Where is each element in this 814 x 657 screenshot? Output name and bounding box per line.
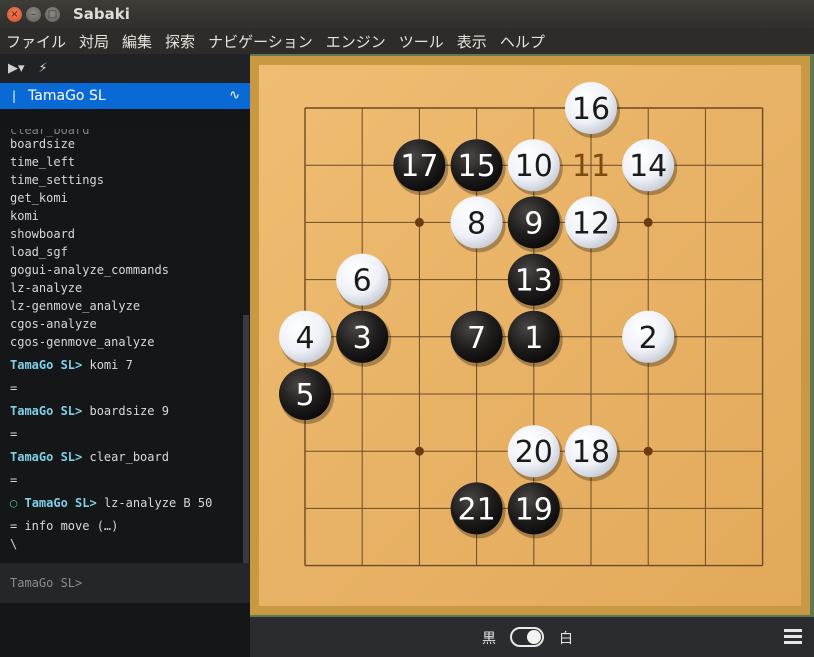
menu-bar: ファイル 対局 編集 探索 ナビゲーション エンジン ツール 表示 ヘルプ [0, 28, 814, 54]
console-line: lz-analyze [10, 281, 83, 295]
console-line: \ [10, 537, 18, 551]
console-scrollbar[interactable] [242, 129, 250, 563]
console-line: komi [10, 209, 39, 223]
menu-game[interactable]: 対局 [79, 31, 109, 52]
console-line: time_left [10, 155, 76, 169]
go-board[interactable]: 1 2345678 910 1112131415161718192021 [250, 54, 814, 617]
console-line: load_sgf [10, 245, 68, 259]
move-number: 7 [467, 321, 486, 356]
console-response: = info move (…) [10, 519, 119, 533]
console-prompt: TamaGo SL> [10, 450, 83, 464]
menu-file[interactable]: ファイル [6, 31, 66, 52]
menu-help[interactable]: ヘルプ [500, 31, 545, 52]
console-line: get_komi [10, 191, 68, 205]
star-point [643, 446, 653, 456]
console-line: showboard [10, 227, 76, 241]
star-point [643, 217, 653, 227]
hamburger-menu-icon[interactable] [784, 629, 802, 647]
console-response: = [10, 427, 18, 441]
console-response: = [10, 381, 18, 395]
console-response: = [10, 473, 18, 487]
move-number: 5 [295, 378, 314, 413]
activity-icon: ∿ [229, 88, 240, 103]
engine-list-item[interactable]: | TamaGo SL ∿ [0, 83, 250, 109]
player-bar: 黒 白 [250, 617, 814, 657]
title-bar: × – □ Sabaki [0, 0, 814, 28]
board-area: 1 2 3 4 5 6 7 8 9 10 11 12 13 14 15 16 17 18 19 20 21 [250, 54, 814, 617]
black-player-label: 黒 [482, 631, 496, 647]
menu-edit[interactable]: 編集 [122, 31, 152, 52]
menu-tools[interactable]: ツール [399, 31, 444, 52]
move-number: 2 [639, 321, 658, 356]
move-number: 11 [572, 149, 610, 184]
move-number: 18 [572, 435, 610, 470]
move-number: 6 [353, 264, 372, 299]
console-line: cgos-analyze [10, 317, 97, 331]
move-number: 4 [295, 321, 314, 356]
console-prompt: TamaGo SL> [10, 358, 83, 372]
move-number: 9 [524, 206, 543, 241]
console-command: clear_board [89, 450, 169, 464]
console-command: lz-analyze B 50 [103, 496, 213, 510]
console-line: clear_board [10, 129, 90, 137]
busy-circle-icon: ◯ [10, 496, 18, 510]
move-number: 21 [458, 492, 496, 527]
engine-toolbar: ▶▾ ⚡ [0, 54, 250, 83]
menu-view[interactable]: 表示 [457, 31, 487, 52]
move-number: 10 [515, 149, 553, 184]
maximize-icon[interactable]: □ [45, 7, 60, 22]
scrollbar-thumb[interactable] [243, 315, 249, 563]
star-point [414, 217, 424, 227]
console-command-line: TamaGo SL> clear_board [10, 450, 169, 464]
move-number: 13 [515, 264, 553, 299]
move-number: 16 [572, 92, 610, 127]
move-number: 12 [572, 206, 610, 241]
toggle-knob [527, 630, 541, 644]
player-toggle[interactable] [510, 627, 544, 647]
move-label[interactable]: 11 [572, 149, 610, 184]
move-number: 14 [629, 149, 667, 184]
console-command: boardsize 9 [89, 404, 169, 418]
menu-find[interactable]: 探索 [165, 31, 195, 52]
console-input[interactable]: TamaGo SL> [0, 563, 250, 603]
lightning-icon[interactable]: ⚡ [39, 61, 48, 76]
menu-engines[interactable]: エンジン [326, 31, 386, 52]
move-number: 3 [353, 321, 372, 356]
move-number: 15 [458, 149, 496, 184]
console-command-line: TamaGo SL> boardsize 9 [10, 404, 169, 418]
move-number: 19 [515, 492, 553, 527]
close-icon[interactable]: × [7, 7, 22, 22]
star-point [414, 446, 424, 456]
console-prompt: TamaGo SL> [24, 496, 97, 510]
console-command-line: ◯ TamaGo SL> lz-analyze B 50 [10, 496, 212, 510]
window-title: Sabaki [73, 5, 130, 23]
gtp-console: clear_board boardsize time_left time_set… [0, 129, 242, 563]
console-line: gogui-analyze_commands [10, 263, 169, 277]
console-command-line: TamaGo SL> komi 7 [10, 358, 133, 372]
minimize-icon[interactable]: – [26, 7, 41, 22]
console-line: time_settings [10, 173, 104, 187]
console-line: cgos-genmove_analyze [10, 335, 155, 349]
console-line: lz-genmove_analyze [10, 299, 141, 313]
play-circle-icon[interactable]: ▶▾ [8, 61, 25, 76]
console-command: komi 7 [89, 358, 133, 372]
console-input-prompt: TamaGo SL> [10, 576, 83, 590]
console-prompt: TamaGo SL> [10, 404, 83, 418]
move-number: 1 [524, 321, 543, 356]
menu-navigation[interactable]: ナビゲーション [208, 31, 313, 52]
console-line: boardsize [10, 137, 76, 151]
move-number: 17 [400, 149, 438, 184]
engine-name: TamaGo SL [28, 88, 106, 104]
white-player-label: 白 [559, 631, 573, 647]
engine-indicator: | [12, 89, 17, 103]
move-number: 20 [515, 435, 553, 470]
move-number: 8 [467, 206, 486, 241]
